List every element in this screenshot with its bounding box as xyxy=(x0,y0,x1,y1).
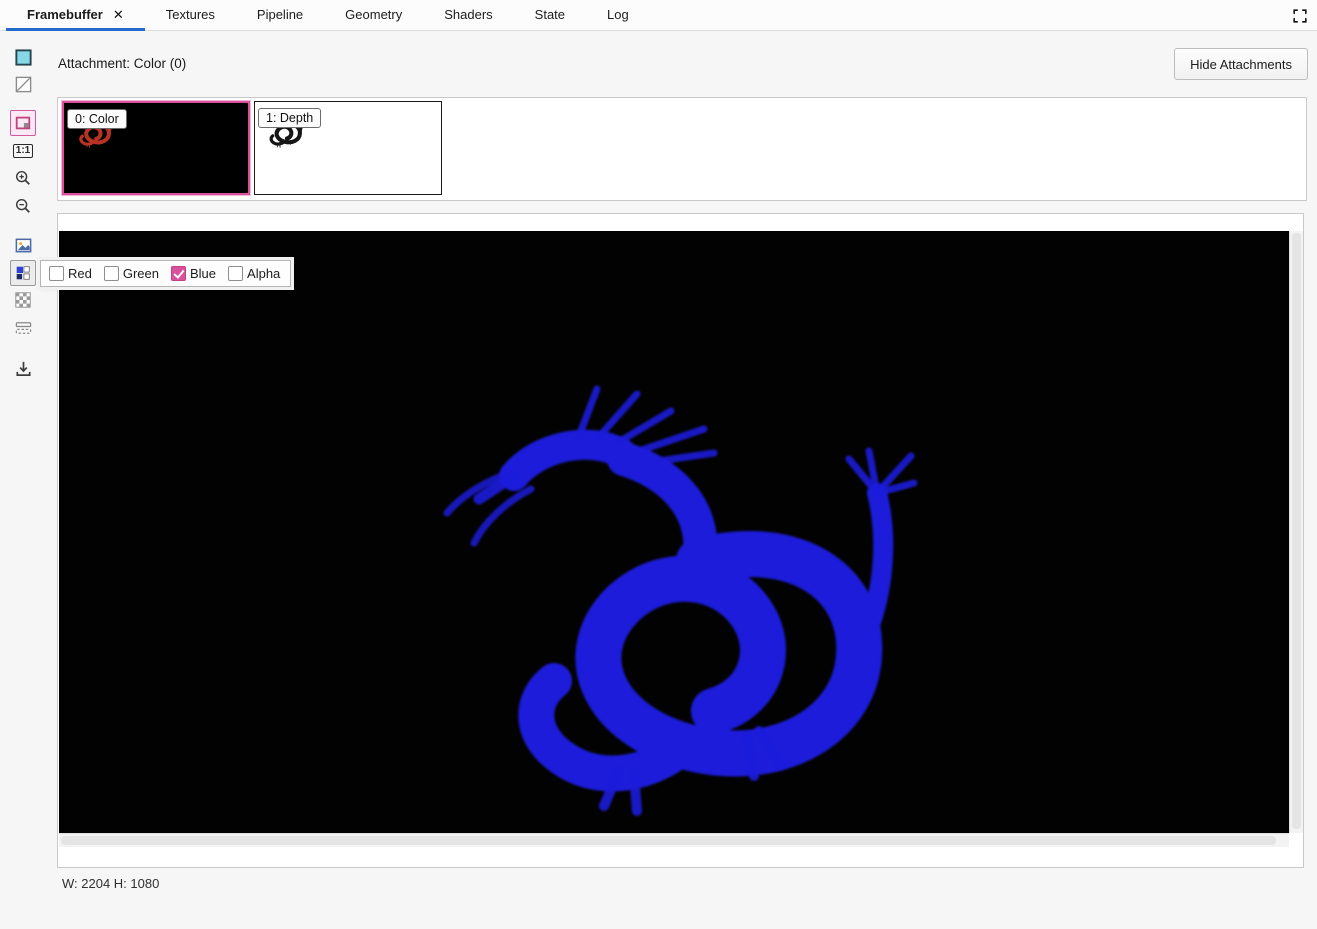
horizontal-bars-icon xyxy=(14,318,33,337)
zoom-in-icon xyxy=(14,169,32,187)
channels-icon xyxy=(14,264,32,282)
fit-to-window-icon xyxy=(14,114,32,132)
attachment-badge: 0: Color xyxy=(67,109,127,129)
vertical-scrollbar[interactable] xyxy=(1289,231,1303,833)
tab-bar: Framebuffer ✕ Textures Pipeline Geometry… xyxy=(0,0,1317,31)
image-dimensions-status: W: 2204 H: 1080 xyxy=(62,876,159,891)
fit-to-window-button[interactable] xyxy=(10,110,36,136)
channel-checkbox-green[interactable] xyxy=(104,266,119,281)
image-icon xyxy=(14,236,33,255)
channel-option-red[interactable]: Red xyxy=(49,266,92,281)
image-view-button[interactable] xyxy=(10,232,36,258)
tab-shaders[interactable]: Shaders xyxy=(423,0,513,31)
one-to-one-button[interactable]: 1:1 xyxy=(10,138,36,164)
channel-checkbox-red[interactable] xyxy=(49,266,64,281)
channel-option-alpha[interactable]: Alpha xyxy=(228,266,280,281)
background-color-button[interactable] xyxy=(10,44,36,70)
attachment-label: Attachment: Color (0) xyxy=(58,56,186,71)
attachment-badge: 1: Depth xyxy=(258,108,321,128)
channel-checkbox-blue[interactable] xyxy=(171,266,186,281)
channel-checkbox-alpha[interactable] xyxy=(228,266,243,281)
one-to-one-icon: 1:1 xyxy=(13,144,33,158)
vertical-scrollbar-thumb[interactable] xyxy=(1292,233,1301,829)
attachment-thumb-depth[interactable]: 1: Depth xyxy=(254,101,442,195)
attachments-strip: 0: Color 1: Depth xyxy=(57,97,1307,201)
channel-select-popup: Red Green Blue Alpha xyxy=(40,260,291,287)
zoom-out-icon xyxy=(14,197,32,215)
background-color-icon xyxy=(14,48,33,67)
diagonal-slash-icon xyxy=(14,75,33,94)
tab-label: Framebuffer xyxy=(27,7,103,22)
attachment-thumb-color[interactable]: 0: Color xyxy=(62,101,250,195)
zoom-in-button[interactable] xyxy=(10,165,36,191)
tab-state[interactable]: State xyxy=(514,0,586,31)
framebuffer-image-blue-channel xyxy=(59,231,1289,833)
no-background-button[interactable] xyxy=(10,71,36,97)
framebuffer-canvas[interactable] xyxy=(59,231,1289,833)
tab-framebuffer[interactable]: Framebuffer ✕ xyxy=(6,0,145,31)
tab-pipeline[interactable]: Pipeline xyxy=(236,0,324,31)
viewer-tool-sidebar: 1:1 xyxy=(10,44,38,744)
channel-option-green[interactable]: Green xyxy=(104,266,159,281)
horizontal-scrollbar-thumb[interactable] xyxy=(61,836,1276,845)
tab-geometry[interactable]: Geometry xyxy=(324,0,423,31)
checkerboard-icon xyxy=(14,291,32,309)
fullscreen-icon[interactable] xyxy=(1289,5,1311,27)
framebuffer-viewer-window: Framebuffer ✕ Textures Pipeline Geometry… xyxy=(0,0,1317,929)
viewport-panel xyxy=(57,213,1304,868)
horizontal-scrollbar[interactable] xyxy=(59,833,1289,847)
range-bars-button[interactable] xyxy=(10,314,36,340)
save-image-icon xyxy=(14,359,33,378)
channel-option-blue[interactable]: Blue xyxy=(171,266,216,281)
tab-log[interactable]: Log xyxy=(586,0,650,31)
close-tab-icon[interactable]: ✕ xyxy=(113,8,124,21)
channels-button[interactable] xyxy=(10,260,36,286)
hide-attachments-button[interactable]: Hide Attachments xyxy=(1174,48,1308,80)
alpha-checkerboard-button[interactable] xyxy=(10,287,36,313)
tab-textures[interactable]: Textures xyxy=(145,0,236,31)
zoom-out-button[interactable] xyxy=(10,193,36,219)
save-image-button[interactable] xyxy=(10,355,36,381)
